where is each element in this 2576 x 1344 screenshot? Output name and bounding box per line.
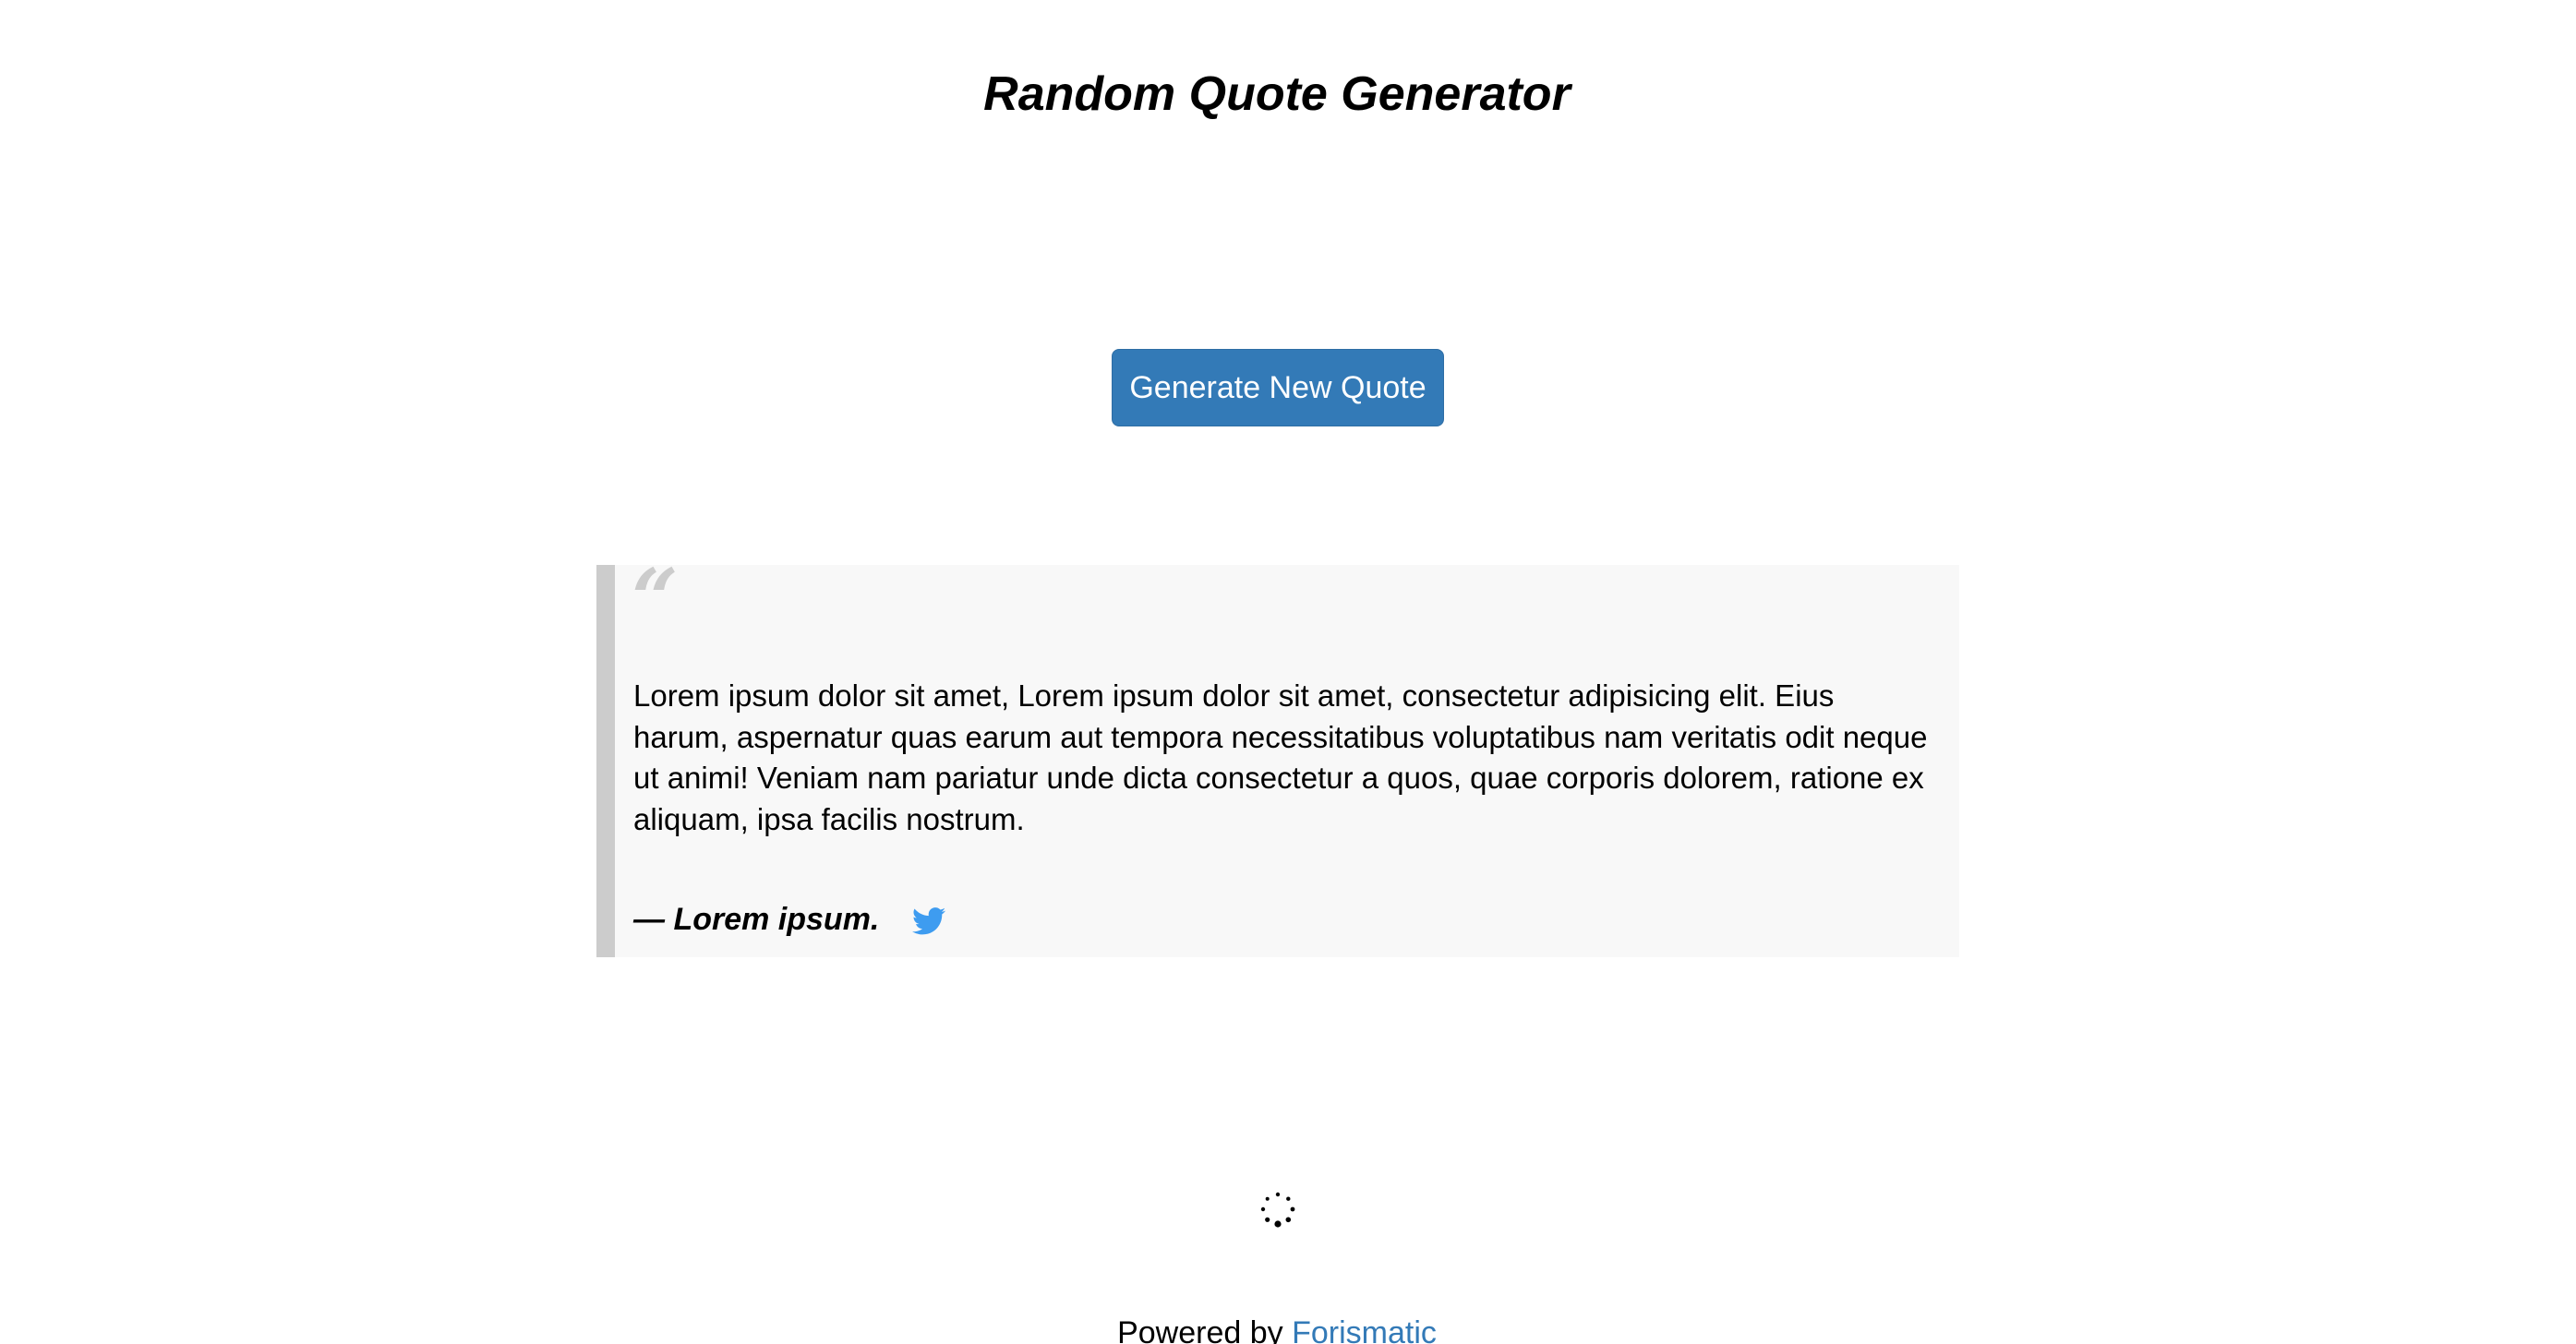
- forismatic-link[interactable]: Forismatic: [1292, 1315, 1437, 1344]
- page-title: Random Quote Generator: [983, 67, 1571, 121]
- generate-new-quote-button[interactable]: Generate New Quote: [1112, 349, 1444, 426]
- quote-border: [596, 565, 615, 957]
- quote-mark-icon: “: [632, 550, 679, 646]
- footer-prefix: Powered by: [1117, 1315, 1293, 1344]
- twitter-icon[interactable]: [912, 906, 945, 936]
- quote-card: “ Lorem ipsum dolor sit amet, Lorem ipsu…: [596, 550, 1959, 957]
- footer: Powered by Forismatic: [0, 1311, 2554, 1344]
- quote-author: — Lorem ipsum.: [633, 902, 880, 937]
- quote-text: Lorem ipsum dolor sit amet, Lorem ipsum …: [633, 678, 1928, 836]
- loading-spinner-icon: [1260, 1192, 1295, 1228]
